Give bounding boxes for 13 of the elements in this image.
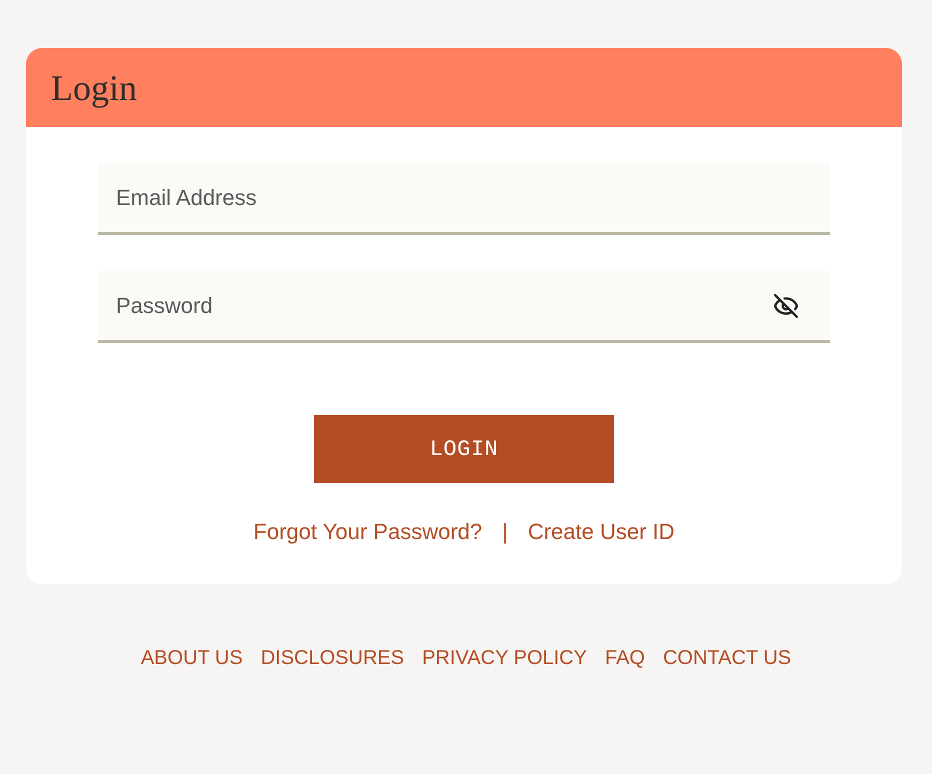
- form-link[interactable]: Create User ID: [528, 518, 675, 546]
- login-button[interactable]: LOGIN: [314, 415, 614, 483]
- footer-link[interactable]: FAQ: [604, 646, 645, 670]
- form-link[interactable]: Forgot Your Password?: [253, 518, 482, 546]
- eye-slash-icon[interactable]: [773, 293, 799, 319]
- email-field[interactable]: Email Address: [98, 163, 830, 235]
- footer-link[interactable]: CONTACT US: [662, 646, 792, 670]
- footer-link[interactable]: DISCLOSURES: [260, 646, 404, 670]
- password-field[interactable]: Password: [98, 271, 830, 343]
- footer-link[interactable]: ABOUT US: [140, 646, 243, 670]
- footer-link[interactable]: PRIVACY POLICY: [422, 646, 587, 670]
- link-separator: |: [502, 518, 508, 546]
- card-title: Login: [51, 70, 137, 106]
